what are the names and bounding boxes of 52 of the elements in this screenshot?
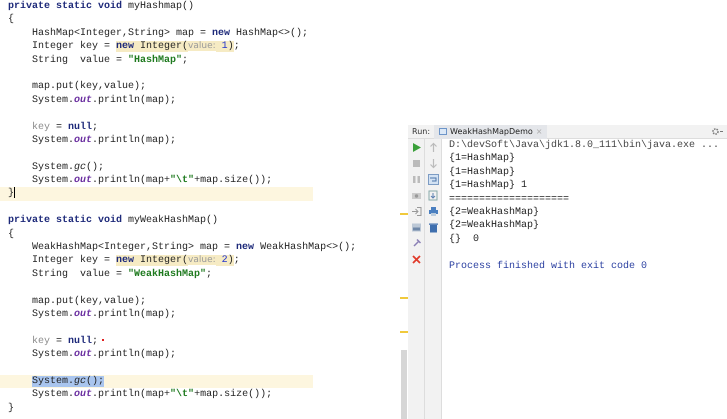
code-line: HashMap<Integer,String> map = new HashMap<>(); (32, 28, 308, 39)
console-output: {2=WeakHashMap} (449, 219, 540, 233)
stop-icon[interactable] (410, 158, 422, 169)
wrap-icon[interactable] (428, 174, 438, 185)
code-line: System.out.println(map+"\t"+map.size()); (32, 175, 272, 186)
scroll-end-icon[interactable] (428, 190, 438, 201)
console-output: {1=HashMap} 1 (449, 179, 528, 193)
code-line: String value = "WeakHashMap"; (32, 268, 212, 280)
arrow-down-icon[interactable] (428, 158, 438, 169)
code-line: System.out.println(map); (32, 94, 176, 106)
code-line: key = null; (32, 336, 98, 347)
code-line: map.put(key,value); (32, 296, 146, 307)
code-line: Integer key = new Integer(value: 2); (32, 255, 240, 266)
code-line: map.put(key,value); (32, 81, 146, 92)
code-line: Integer key = new Integer(value: 1); (32, 41, 240, 52)
arrow-up-icon[interactable] (428, 142, 438, 153)
code-line: System.gc(); (32, 162, 104, 173)
code-line: System.out.println(map+"\t"+map.size()); (32, 389, 272, 400)
printer-icon[interactable] (428, 206, 438, 217)
code-line: String value = "HashMap"; (32, 54, 188, 66)
console-output: {2=WeakHashMap} (449, 206, 540, 220)
pin-icon[interactable] (410, 238, 422, 249)
code-line: private static void myHashmap() (8, 1, 194, 12)
camera-icon[interactable] (410, 190, 422, 201)
code-line: WeakHashMap<Integer,String> map = new WeakHashMap<>(); (32, 242, 356, 254)
run-tab[interactable]: WeakHashMapDemo × (434, 124, 548, 138)
command-line: D:\devSoft\Java\jdk1.8.0_111\bin\java.exe ... (449, 139, 720, 152)
exit-icon[interactable] (410, 206, 422, 217)
scrollbar[interactable] (401, 350, 407, 419)
console-output: ==================== (449, 192, 570, 206)
panel-label: Run: (411, 126, 432, 138)
close-icon[interactable] (410, 254, 422, 265)
code-line: System.gc(); (32, 376, 104, 387)
code-line: private static void myWeakHashMap() (8, 215, 218, 226)
code-line: key = null; (32, 122, 98, 133)
exit-message: Process finished with exit code 0 (449, 260, 648, 273)
layout-icon[interactable] (410, 222, 422, 233)
console-output: {1=HashMap} (449, 152, 516, 166)
code-line: System.out.println(map); (32, 349, 176, 360)
code-line: { (8, 14, 14, 26)
code-line: System.out.println(map); (32, 134, 176, 146)
settings-icon[interactable] (711, 127, 723, 136)
code-line: } (8, 402, 14, 414)
trash-icon[interactable] (428, 222, 438, 233)
play-icon[interactable] (410, 142, 422, 153)
console-output: {} 0 (449, 232, 480, 246)
window-icon (439, 128, 448, 135)
pause-icon[interactable] (410, 174, 422, 185)
code-line: } (8, 188, 14, 200)
code-line: System.out.println(map); (32, 308, 176, 320)
console-output: {1=HashMap} (449, 166, 516, 180)
code-line: { (8, 228, 14, 240)
